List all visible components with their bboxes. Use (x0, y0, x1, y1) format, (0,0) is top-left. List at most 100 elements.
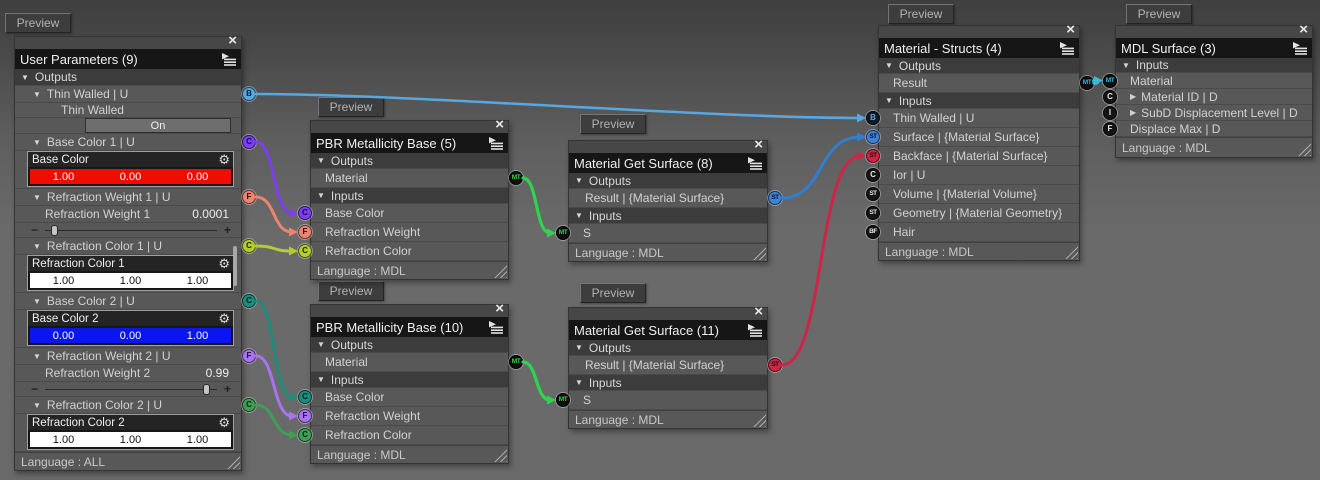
resize-grip[interactable] (753, 247, 766, 260)
port-ms-i6[interactable]: BF (866, 225, 880, 239)
row-thin-walled-u[interactable]: ▼Thin Walled | UB (15, 86, 241, 103)
row-displace-max-d[interactable]: Displace Max | DF (1116, 121, 1312, 137)
gear-icon[interactable]: ⚙ (218, 153, 230, 166)
slider-minus-button[interactable]: − (31, 223, 38, 237)
preview-button[interactable]: Preview (318, 97, 384, 117)
row-surface-material-surface[interactable]: Surface | {Material Surface}ST (879, 128, 1079, 147)
section-outputs[interactable]: ▼Outputs (569, 173, 767, 189)
port-ms-i1[interactable]: ST (866, 130, 880, 144)
node-menu-icon[interactable] (1292, 42, 1308, 55)
port-ms-i2[interactable]: ST (866, 149, 880, 163)
port-p10-i1[interactable]: F (298, 409, 312, 423)
port-p5-i1[interactable]: F (298, 225, 312, 239)
slider-plus-button[interactable]: + (224, 223, 231, 237)
port-ms-o0[interactable]: MT (1080, 76, 1094, 90)
color-swatch-group[interactable]: Base Color 2⚙0.000.001.00 (27, 310, 234, 346)
row-subd-displacement-level-d[interactable]: ▶SubD Displacement Level | DI (1116, 105, 1312, 121)
slider-plus-button[interactable]: + (224, 382, 231, 396)
preview-button[interactable]: Preview (888, 4, 954, 24)
color-swatch-bar[interactable]: 0.000.001.00 (28, 326, 233, 345)
port-m11-i0[interactable]: MT (556, 393, 570, 407)
preview-button[interactable]: Preview (1126, 4, 1192, 24)
toggle-row[interactable]: On (15, 118, 241, 134)
node-drag-strip[interactable]: × (569, 308, 767, 320)
port-ms-i0[interactable]: B (866, 111, 880, 125)
port-ms-i5[interactable]: ST (866, 206, 880, 220)
row-s[interactable]: SMT (569, 391, 767, 410)
preview-button[interactable]: Preview (580, 283, 646, 303)
slider-row[interactable]: −+ (15, 223, 241, 238)
port-p5-i2[interactable]: C (298, 244, 312, 258)
node-drag-strip[interactable]: × (311, 305, 508, 317)
resize-grip[interactable] (494, 265, 507, 278)
color-swatch-group[interactable]: Refraction Color 1⚙1.001.001.00 (27, 255, 234, 291)
gear-icon[interactable]: ⚙ (218, 257, 230, 270)
section-inputs[interactable]: ▼Inputs (311, 188, 508, 204)
port-mdl-i0[interactable]: MT (1103, 74, 1117, 88)
scrollbar-thumb[interactable] (233, 246, 237, 286)
port-mdl-i2[interactable]: I (1103, 106, 1117, 120)
row-base-color[interactable]: Base ColorC (311, 388, 508, 407)
row-material[interactable]: MaterialMT (311, 169, 508, 188)
node-drag-strip[interactable]: × (879, 26, 1079, 38)
section-outputs[interactable]: ▼Outputs (311, 337, 508, 353)
node-title-bar[interactable]: PBR Metallicity Base (10) (311, 317, 508, 337)
port-ms-i3[interactable]: C (866, 168, 880, 182)
port-ms-i4[interactable]: ST (866, 187, 880, 201)
gear-icon[interactable]: ⚙ (218, 312, 230, 325)
resize-grip[interactable] (1065, 246, 1078, 259)
port-up-o3[interactable]: C (242, 239, 256, 253)
section-outputs[interactable]: ▼Outputs (311, 153, 508, 169)
node-title-bar[interactable]: PBR Metallicity Base (5) (311, 133, 508, 153)
resize-grip[interactable] (753, 414, 766, 427)
section-inputs[interactable]: ▼Inputs (879, 93, 1079, 109)
close-icon[interactable]: × (1299, 22, 1308, 38)
port-up-o1[interactable]: C (242, 135, 256, 149)
section-inputs[interactable]: ▼Inputs (569, 208, 767, 224)
node-title-bar[interactable]: User Parameters (9) (15, 49, 241, 69)
port-up-o6[interactable]: C (242, 398, 256, 412)
node-drag-strip[interactable]: × (15, 37, 241, 49)
close-icon[interactable]: × (495, 301, 504, 317)
preview-button[interactable]: Preview (580, 114, 646, 134)
port-up-o0[interactable]: B (242, 87, 256, 101)
close-icon[interactable]: × (228, 33, 237, 49)
slider-row[interactable]: −+ (15, 382, 241, 397)
row-refraction-weight-2-u[interactable]: ▼Refraction Weight 2 | UF (15, 348, 241, 365)
row-material[interactable]: MaterialMT (1116, 73, 1312, 89)
port-mdl-i1[interactable]: C (1103, 90, 1117, 104)
close-icon[interactable]: × (754, 304, 763, 320)
node-menu-icon[interactable] (221, 53, 237, 66)
section-inputs[interactable]: ▼Inputs (1116, 58, 1312, 73)
port-m11-o0[interactable]: ST (768, 358, 782, 372)
row-thin-walled-u[interactable]: Thin Walled | UB (879, 109, 1079, 128)
port-up-o4[interactable]: C (242, 294, 256, 308)
color-swatch-group[interactable]: Base Color⚙1.000.000.00 (27, 151, 234, 187)
row-base-color-1-u[interactable]: ▼Base Color 1 | UC (15, 134, 241, 151)
section-outputs[interactable]: ▼Outputs (15, 69, 241, 86)
port-m8-i0[interactable]: MT (556, 226, 570, 240)
color-swatch-bar[interactable]: 1.001.001.00 (28, 430, 233, 449)
row-volume-material-volume[interactable]: Volume | {Material Volume}ST (879, 185, 1079, 204)
gear-icon[interactable]: ⚙ (218, 416, 230, 429)
section-inputs[interactable]: ▼Inputs (569, 375, 767, 391)
node-menu-icon[interactable] (1059, 42, 1075, 55)
port-up-o2[interactable]: F (242, 190, 256, 204)
slider-thumb[interactable] (203, 384, 210, 395)
row-material[interactable]: MaterialMT (311, 353, 508, 372)
preview-button[interactable]: Preview (5, 13, 71, 33)
close-icon[interactable]: × (495, 117, 504, 133)
row-hair[interactable]: HairBF (879, 223, 1079, 242)
row-refraction-weight-1-u[interactable]: ▼Refraction Weight 1 | UF (15, 189, 241, 206)
row-ior-u[interactable]: Ior | UC (879, 166, 1079, 185)
port-up-o5[interactable]: F (242, 349, 256, 363)
row-backface-material-surface[interactable]: Backface | {Material Surface}ST (879, 147, 1079, 166)
node-menu-icon[interactable] (747, 324, 763, 337)
slider-minus-button[interactable]: − (31, 382, 38, 396)
row-refraction-weight[interactable]: Refraction WeightF (311, 223, 508, 242)
node-menu-icon[interactable] (488, 321, 504, 334)
resize-grip[interactable] (494, 449, 507, 462)
node-menu-icon[interactable] (488, 137, 504, 150)
row-base-color-2-u[interactable]: ▼Base Color 2 | UC (15, 293, 241, 310)
node-drag-strip[interactable]: × (569, 141, 767, 153)
